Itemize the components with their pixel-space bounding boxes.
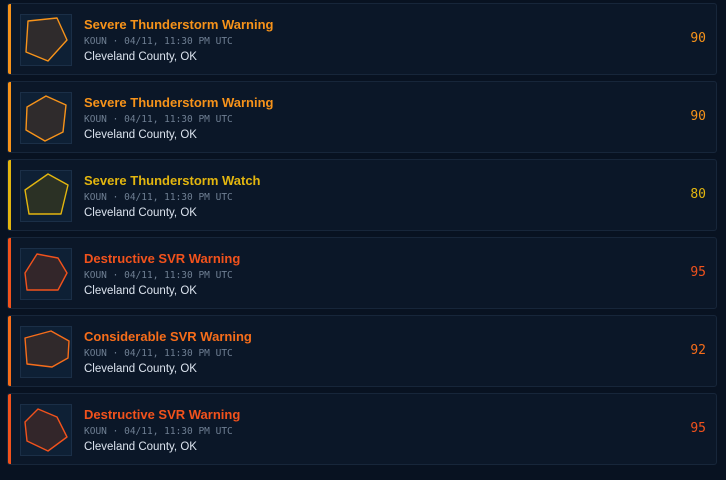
alert-time: 04/11, 11:30 PM UTC — [124, 426, 233, 437]
alert-station: KOUN — [84, 426, 107, 437]
alert-card[interactable]: Severe Thunderstorm Warning KOUN · 04/11… — [7, 3, 717, 75]
alert-card[interactable]: Severe Thunderstorm Warning KOUN · 04/11… — [7, 81, 717, 153]
alert-station: KOUN — [84, 36, 107, 47]
alert-area: Cleveland County, OK — [84, 441, 197, 453]
storm-polygon-icon — [25, 17, 68, 62]
alert-meta: KOUN · 04/11, 11:30 PM UTC — [84, 270, 233, 281]
alert-card[interactable]: Destructive SVR Warning KOUN · 04/11, 11… — [7, 237, 717, 309]
alert-area: Cleveland County, OK — [84, 285, 197, 297]
alert-score: 90 — [690, 109, 706, 124]
alert-card[interactable]: Severe Thunderstorm Watch KOUN · 04/11, … — [7, 159, 717, 231]
meta-separator: · — [112, 348, 119, 359]
alert-polygon-thumbnail — [20, 92, 72, 144]
alert-score: 92 — [690, 343, 706, 358]
alert-time: 04/11, 11:30 PM UTC — [124, 270, 233, 281]
alert-station: KOUN — [84, 192, 107, 203]
alert-card[interactable]: Considerable SVR Warning KOUN · 04/11, 1… — [7, 315, 717, 387]
alert-time: 04/11, 11:30 PM UTC — [124, 114, 233, 125]
severity-accent-bar — [8, 160, 11, 230]
severity-accent-bar — [8, 394, 11, 464]
alert-polygon-thumbnail — [20, 326, 72, 378]
alert-list: Severe Thunderstorm Warning KOUN · 04/11… — [0, 0, 726, 480]
alert-title: Severe Thunderstorm Warning — [84, 17, 274, 32]
alert-title: Destructive SVR Warning — [84, 251, 241, 266]
alert-title: Severe Thunderstorm Warning — [84, 95, 274, 110]
alert-card[interactable]: Destructive SVR Warning KOUN · 04/11, 11… — [7, 393, 717, 465]
meta-separator: · — [112, 192, 119, 203]
alert-score: 95 — [690, 421, 706, 436]
storm-polygon-icon — [24, 253, 68, 291]
alert-area: Cleveland County, OK — [84, 51, 197, 63]
alert-time: 04/11, 11:30 PM UTC — [124, 36, 233, 47]
alert-polygon-thumbnail — [20, 404, 72, 456]
alert-station: KOUN — [84, 270, 107, 281]
alert-meta: KOUN · 04/11, 11:30 PM UTC — [84, 348, 233, 359]
alert-polygon-thumbnail — [20, 14, 72, 66]
alert-polygon-thumbnail — [20, 248, 72, 300]
severity-accent-bar — [8, 316, 11, 386]
meta-separator: · — [112, 36, 119, 47]
alert-score: 95 — [690, 265, 706, 280]
severity-accent-bar — [8, 238, 11, 308]
meta-separator: · — [112, 426, 119, 437]
alert-meta: KOUN · 04/11, 11:30 PM UTC — [84, 36, 233, 47]
severity-accent-bar — [8, 4, 11, 74]
alert-area: Cleveland County, OK — [84, 129, 197, 141]
alert-meta: KOUN · 04/11, 11:30 PM UTC — [84, 426, 233, 437]
alert-title: Severe Thunderstorm Watch — [84, 173, 261, 188]
alert-area: Cleveland County, OK — [84, 363, 197, 375]
alert-meta: KOUN · 04/11, 11:30 PM UTC — [84, 114, 233, 125]
meta-separator: · — [112, 270, 119, 281]
alert-station: KOUN — [84, 114, 107, 125]
storm-polygon-icon — [24, 173, 69, 215]
storm-polygon-icon — [25, 95, 67, 142]
alert-time: 04/11, 11:30 PM UTC — [124, 192, 233, 203]
severity-accent-bar — [8, 82, 11, 152]
alert-polygon-thumbnail — [20, 170, 72, 222]
alert-title: Destructive SVR Warning — [84, 407, 241, 422]
alert-score: 90 — [690, 31, 706, 46]
alert-time: 04/11, 11:30 PM UTC — [124, 348, 233, 359]
alert-area: Cleveland County, OK — [84, 207, 197, 219]
alert-meta: KOUN · 04/11, 11:30 PM UTC — [84, 192, 233, 203]
storm-polygon-icon — [24, 330, 70, 368]
alert-title: Considerable SVR Warning — [84, 329, 252, 344]
storm-polygon-icon — [24, 408, 68, 452]
alert-score: 80 — [690, 187, 706, 202]
meta-separator: · — [112, 114, 119, 125]
alert-station: KOUN — [84, 348, 107, 359]
